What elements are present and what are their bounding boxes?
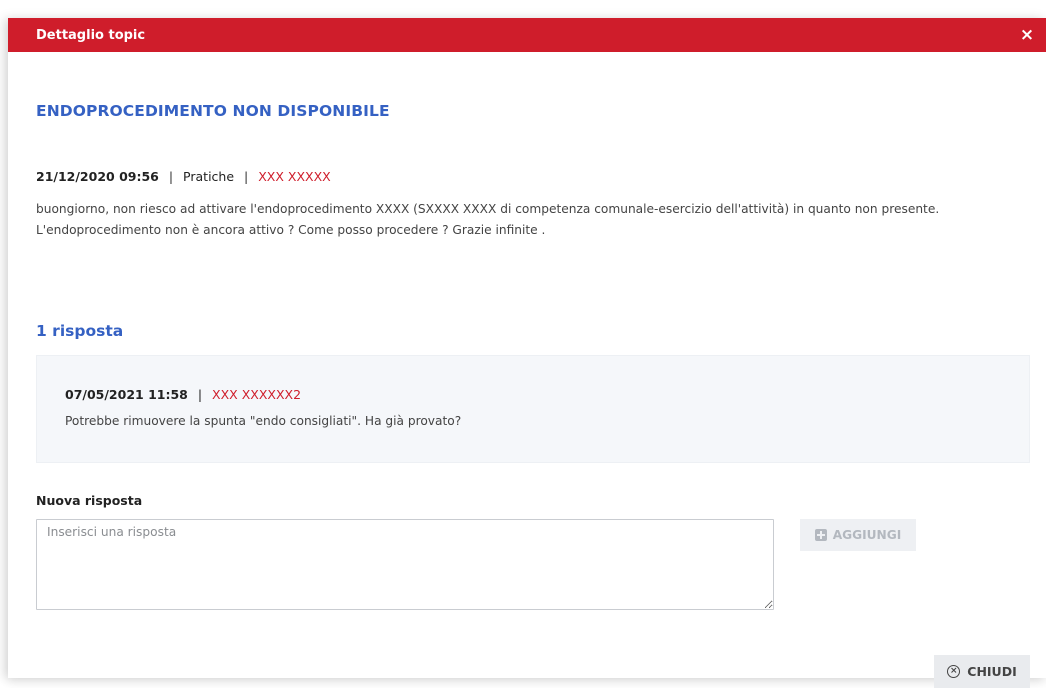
add-reply-button[interactable]: AGGIUNGI [800,519,916,551]
answer-date: 07/05/2021 11:58 [65,387,188,402]
meta-separator: | [197,387,203,402]
answer-meta: 07/05/2021 11:58 | XXX XXXXXX2 [65,387,301,402]
add-reply-label: AGGIUNGI [832,528,902,542]
answer-item: 07/05/2021 11:58 | XXX XXXXXX2 Potrebbe … [36,355,1030,463]
topic-category: Pratiche [183,169,235,184]
answers-count: 1 risposta [36,322,124,340]
close-button[interactable]: × CHIUDI [934,655,1030,688]
dialog-title: Dettaglio topic [36,27,146,43]
close-icon[interactable]: × [1018,26,1036,44]
answer-text: Potrebbe rimuovere la spunta "endo consi… [65,414,462,428]
topic-author: XXX XXXXX [258,169,331,184]
topic-detail-dialog: Dettaglio topic × ENDOPROCEDIMENTO NON D… [8,18,1046,688]
meta-separator: | [244,169,249,184]
topic-title: ENDOPROCEDIMENTO NON DISPONIBILE [36,102,390,120]
meta-separator: | [168,169,174,184]
topic-text: buongiorno, non riesco ad attivare l'end… [36,202,940,237]
circle-x-icon: × [947,665,961,678]
dialog-header: Dettaglio topic × [8,18,1046,52]
plus-square-icon [814,529,827,541]
topic-date: 21/12/2020 09:56 [36,169,159,184]
topic-meta: 21/12/2020 09:56 | Pratiche | XXX XXXXX [36,169,331,184]
close-button-label: CHIUDI [967,664,1017,679]
reply-textarea[interactable] [36,519,774,610]
answer-author: XXX XXXXXX2 [212,387,302,402]
new-reply-label: Nuova risposta [36,493,143,508]
